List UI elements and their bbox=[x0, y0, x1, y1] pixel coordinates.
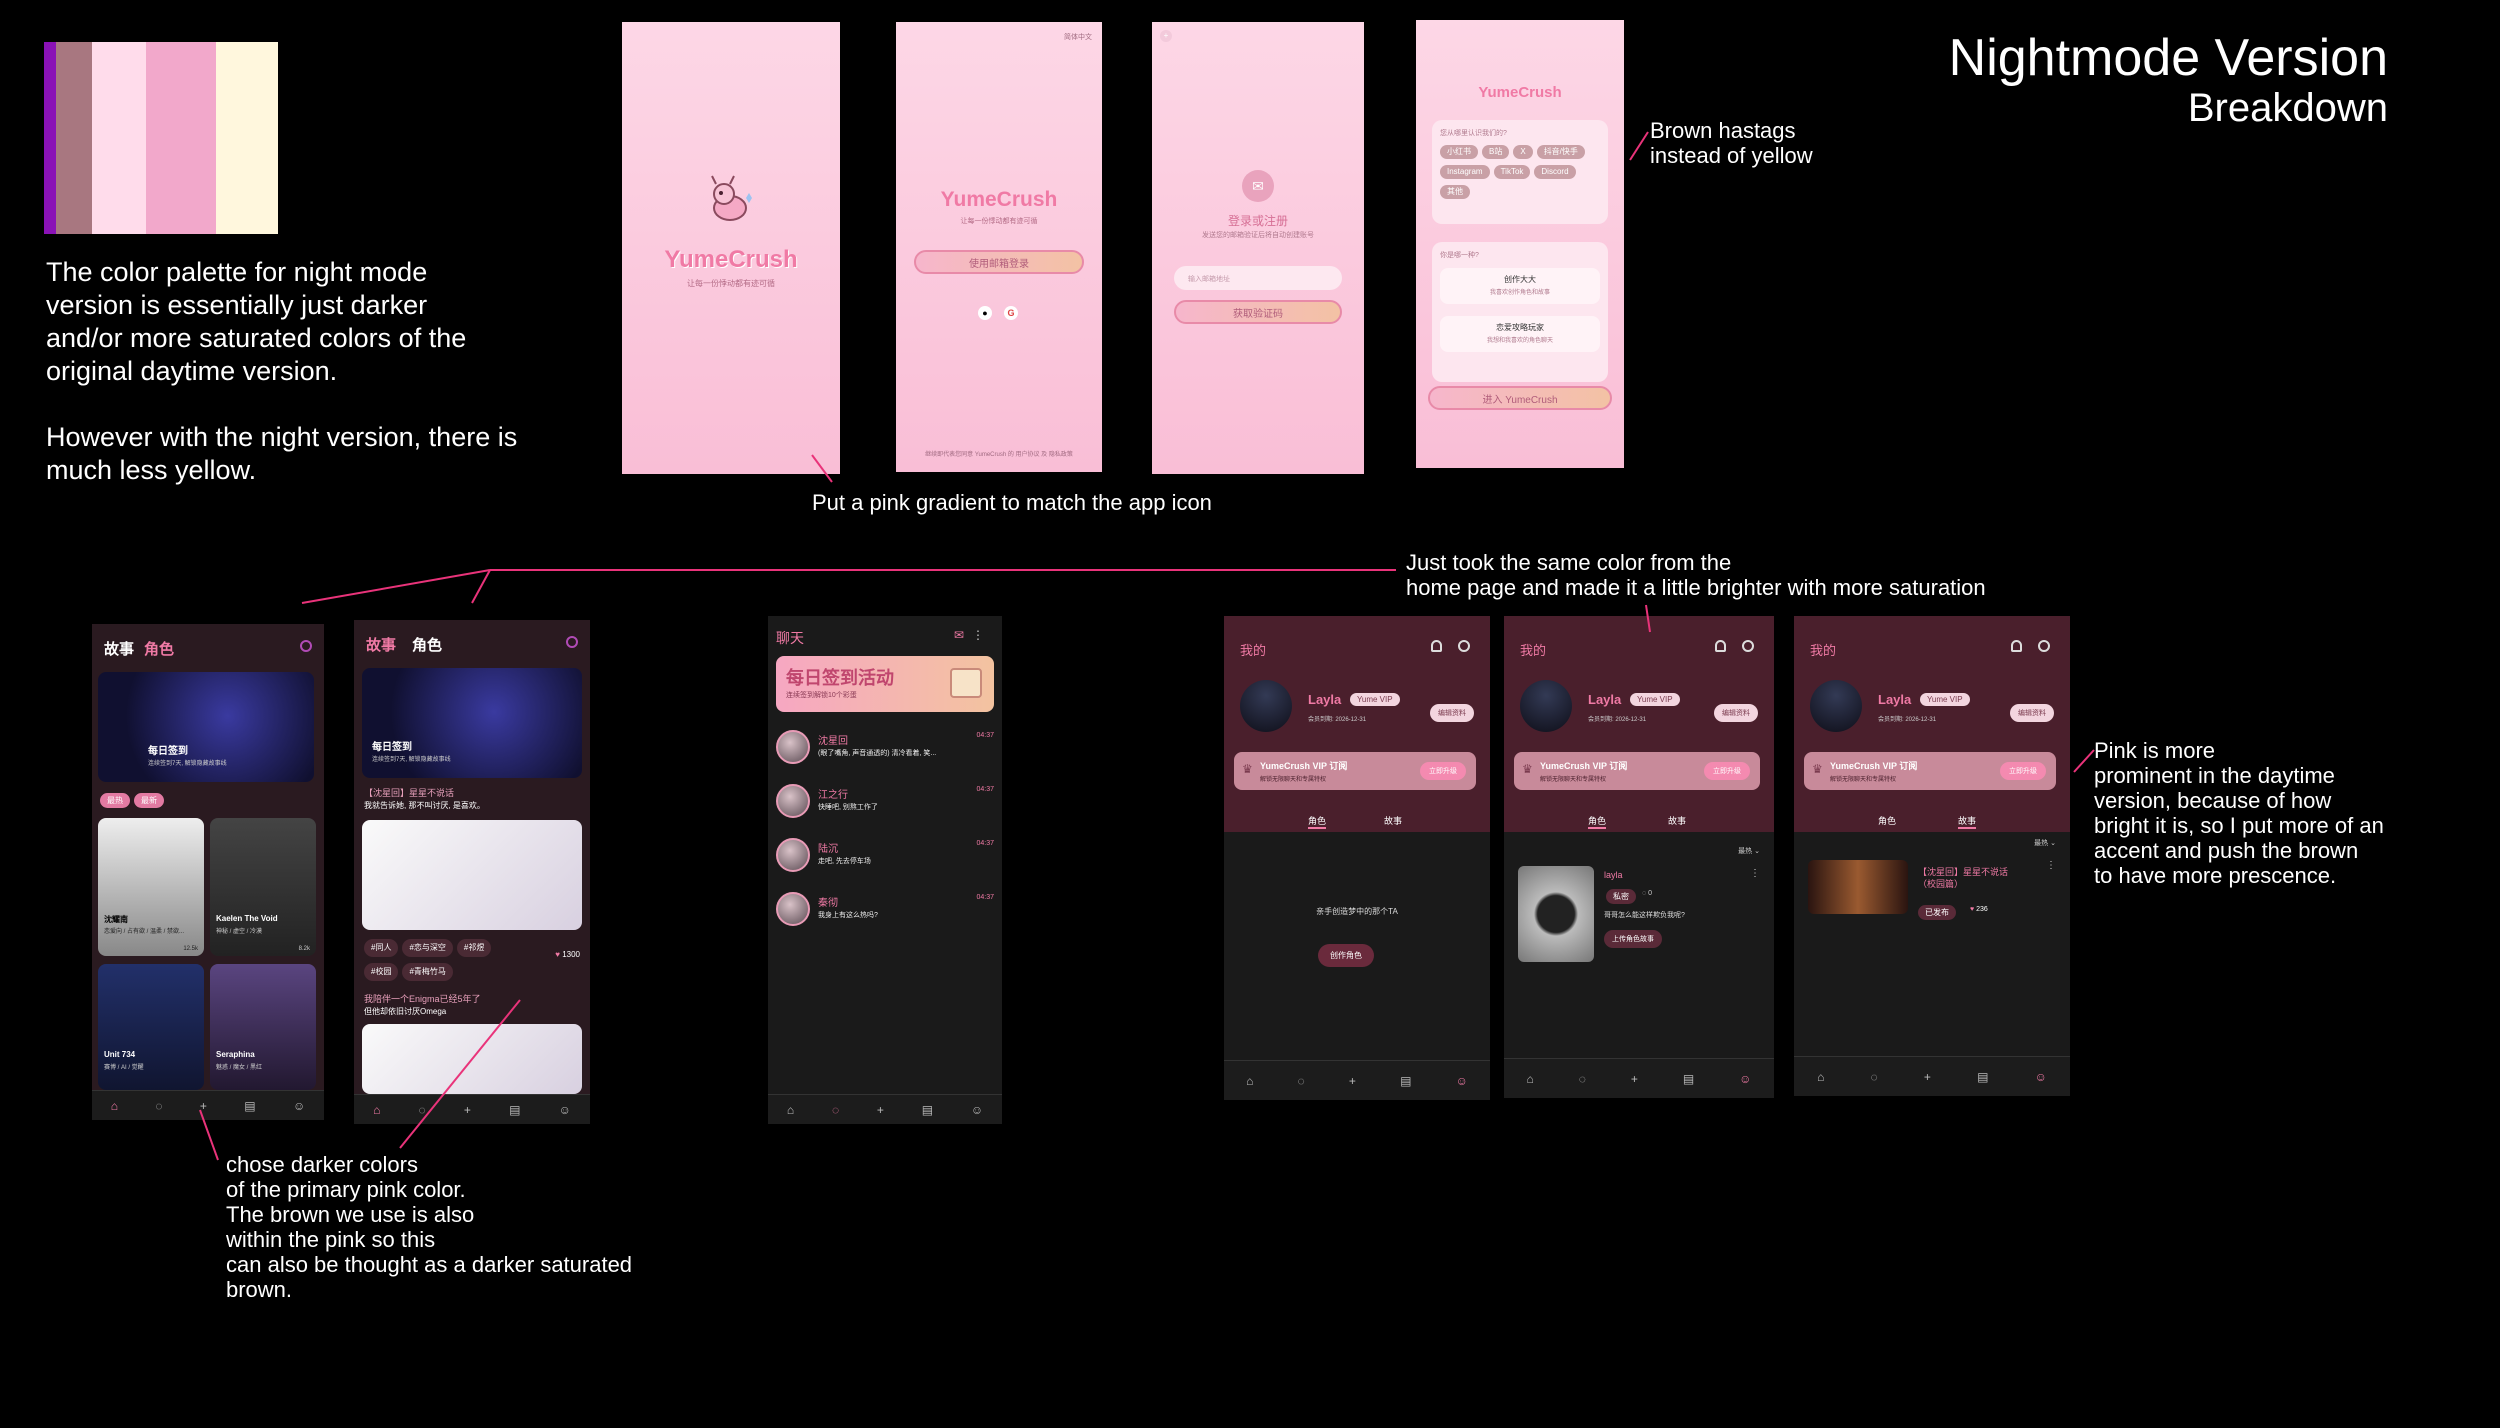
note-darker-colors: chose darker colors of the primary pink … bbox=[226, 1152, 633, 1302]
note-same-color: Just took the same color from the home p… bbox=[1406, 550, 1986, 600]
note-pink-prominent: Pink is more prominent in the daytime ve… bbox=[2094, 738, 2384, 888]
note-brown-hashtags: Brown hastags instead of yellow bbox=[1650, 118, 1813, 168]
note-pink-gradient: Put a pink gradient to match the app ico… bbox=[812, 490, 1212, 515]
